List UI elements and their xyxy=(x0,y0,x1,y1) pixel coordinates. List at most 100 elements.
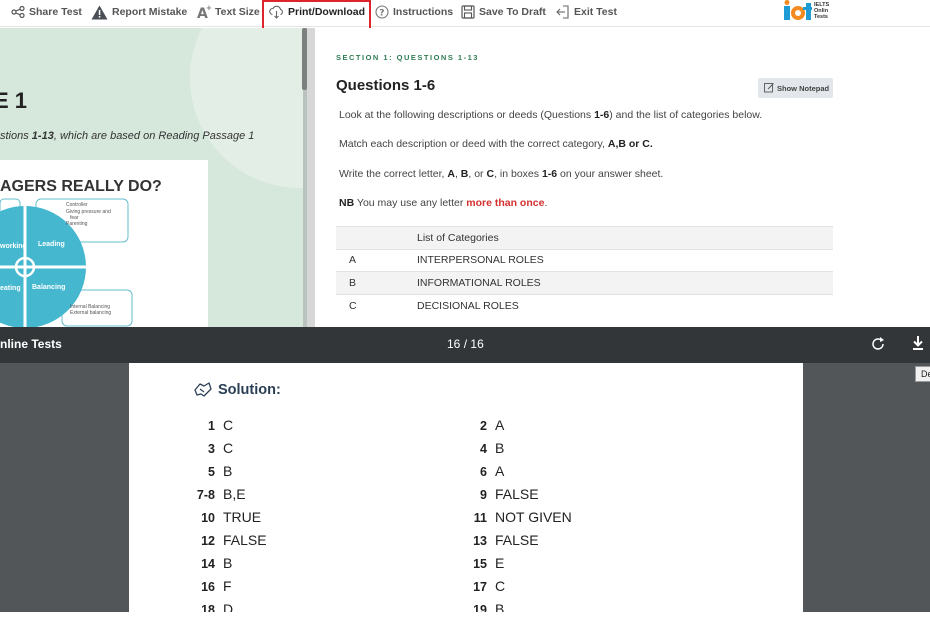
answer-value: FALSE xyxy=(495,486,539,502)
help-circle-icon: ? xyxy=(375,5,389,19)
show-notepad-label: Show Notepad xyxy=(777,83,830,93)
answer-value: FALSE xyxy=(495,532,539,548)
answer-value: B,E xyxy=(223,486,246,502)
exit-icon xyxy=(556,5,569,19)
site-logo[interactable]: IELTS Onlin Tests xyxy=(784,0,829,22)
text-size-icon: A+ xyxy=(197,5,211,19)
answer-number: 17 xyxy=(473,580,487,594)
svg-text:?: ? xyxy=(379,9,384,19)
solution-heading: Solution: xyxy=(192,381,281,399)
answer-item: 11 NOT GIVEN xyxy=(461,509,572,525)
card-item: Controller xyxy=(66,202,88,208)
table-row: A INTERPERSONAL ROLES xyxy=(336,248,833,272)
answer-item: 4B xyxy=(461,440,504,456)
answer-number: 12 xyxy=(201,534,215,548)
answer-item: 16 F xyxy=(189,578,231,594)
answer-number: 11 xyxy=(473,511,487,525)
wheel-label-eating: eating xyxy=(0,285,21,292)
table-row: C DECISIONAL ROLES xyxy=(336,293,833,317)
answer-item: 2A xyxy=(461,417,504,433)
logo-text: IELTS Onlin Tests xyxy=(814,2,830,20)
download-icon xyxy=(913,336,923,350)
report-mistake-label: Report Mistake xyxy=(112,6,188,18)
answer-item: 14 B xyxy=(189,555,232,571)
solution-title: Solution: xyxy=(218,382,281,398)
instruction-note: NB You may use any letter more than once… xyxy=(339,197,548,209)
question-group-title: Questions 1-6 xyxy=(336,77,436,94)
answer-item: 1C xyxy=(189,417,233,433)
exit-test-label: Exit Test xyxy=(574,6,617,18)
passage-instruction: stions 1-13, which are based on Reading … xyxy=(0,130,255,142)
warning-icon xyxy=(91,5,108,19)
answer-number: 6 xyxy=(480,465,487,479)
answer-value: A xyxy=(495,417,505,433)
report-mistake-button[interactable]: Report Mistake xyxy=(91,0,187,24)
pdf-page-indicator[interactable]: 16 / 16 xyxy=(447,337,484,351)
answer-value: TRUE xyxy=(223,509,262,525)
answer-value: D xyxy=(223,601,234,612)
answer-number: 3 xyxy=(208,442,215,456)
answer-value: B xyxy=(223,555,233,571)
answer-value: C xyxy=(495,578,506,594)
instructions-button[interactable]: ? Instructions xyxy=(375,0,453,24)
answer-item: 13 FALSE xyxy=(461,532,539,548)
show-notepad-button[interactable]: Show Notepad xyxy=(758,78,833,98)
answer-number: 15 xyxy=(473,557,487,571)
answer-item: 10 TRUE xyxy=(189,509,261,525)
test-toolbar: Share Test Report Mistake A + Text Size P… xyxy=(0,0,930,39)
wheel-label-balancing: Balancing xyxy=(32,284,65,291)
instruction-text: Look at the following descriptions or de… xyxy=(339,109,763,121)
answer-number: 5 xyxy=(208,465,215,479)
save-icon xyxy=(461,5,475,19)
card-item: Parenting xyxy=(66,221,88,227)
answer-value: FALSE xyxy=(223,532,267,548)
svg-text:+: + xyxy=(206,5,211,12)
answer-item: 3C xyxy=(189,440,233,456)
share-test-button[interactable]: Share Test xyxy=(11,0,82,24)
wheel-label-leading: Leading xyxy=(38,241,65,248)
answer-value: C xyxy=(223,417,234,433)
answer-item: 17 C xyxy=(461,578,505,594)
pdf-title: nline Tests xyxy=(0,337,62,351)
answer-number: 9 xyxy=(480,488,487,502)
answer-value: B xyxy=(495,601,505,612)
answer-number: 7-8 xyxy=(196,488,215,502)
table-header-row: List of Categories xyxy=(336,226,833,250)
pdf-page[interactable]: Solution: 1 C 2 A 3 C 4 B 5 B 6 A 7-8 B,E 9 FALSE 10 TRUE… xyxy=(129,363,803,612)
answer-item: 5B xyxy=(189,463,232,479)
answer-number: 10 xyxy=(201,511,215,525)
answer-value: B xyxy=(223,463,233,479)
section-label: SECTION 1: QUESTIONS 1-13 xyxy=(336,53,479,62)
answer-item: 12 FALSE xyxy=(189,532,267,548)
rotate-button[interactable] xyxy=(871,336,885,355)
answer-value: A xyxy=(495,463,505,479)
save-to-draft-label: Save To Draft xyxy=(479,6,546,18)
instruction-text: Match each description or deed with the … xyxy=(339,138,653,150)
answer-item: 18 D xyxy=(189,601,233,612)
answer-value: C xyxy=(223,440,234,456)
answer-item: 9 FALSE xyxy=(461,486,539,502)
answer-number: 13 xyxy=(473,534,487,548)
answer-number: 4 xyxy=(480,442,487,456)
ielts-logo-icon xyxy=(784,0,812,20)
download-button[interactable] xyxy=(911,335,925,356)
table-header: List of Categories xyxy=(417,226,833,250)
instructions-label: Instructions xyxy=(393,6,454,18)
panel-resize-handle[interactable] xyxy=(307,28,315,327)
answer-item: 19 B xyxy=(461,601,504,612)
answer-number: 2 xyxy=(480,419,487,433)
save-to-draft-button[interactable]: Save To Draft xyxy=(461,0,546,24)
wheel-label-working: working xyxy=(0,243,27,250)
answer-value: B xyxy=(495,440,505,456)
answer-item: 6A xyxy=(461,463,504,479)
answer-number: 1 xyxy=(208,419,215,433)
text-size-button[interactable]: A + Text Size xyxy=(197,0,260,24)
table-row: B INFORMATIONAL ROLES xyxy=(336,271,833,295)
share-icon xyxy=(11,6,25,18)
answer-value: NOT GIVEN xyxy=(495,509,572,525)
instruction-text: Write the correct letter, A, B, or C, in… xyxy=(339,168,664,180)
answer-value: E xyxy=(495,555,505,571)
answer-number: 18 xyxy=(201,603,215,612)
exit-test-button[interactable]: Exit Test xyxy=(556,0,617,24)
answer-item: 15 E xyxy=(461,555,504,571)
